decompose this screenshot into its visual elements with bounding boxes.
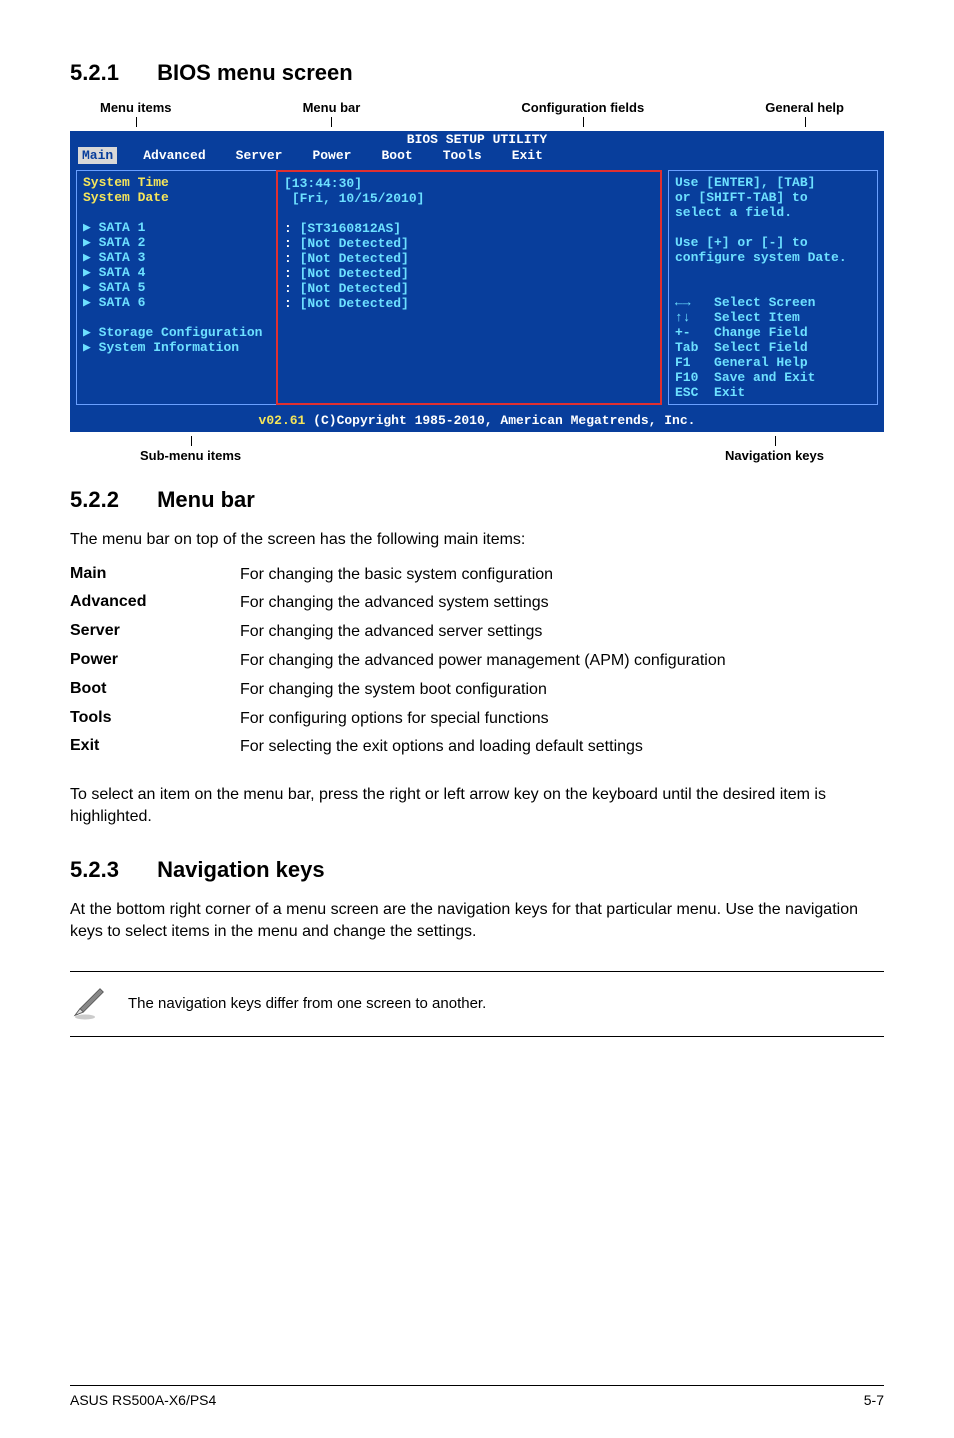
section2-outro: To select an item on the menu bar, press…: [70, 784, 884, 827]
bios-center-panel: [13:44:30] [Fri, 10/15/2010] : [ST316081…: [276, 170, 662, 405]
bios-right-panel: Use [ENTER], [TAB] or [SHIFT-TAB] to sel…: [668, 170, 878, 405]
bios-screen: BIOS SETUP UTILITY Main Advanced Server …: [70, 131, 884, 432]
heading-title: BIOS menu screen: [157, 60, 353, 85]
help-line-2: or [SHIFT-TAB] to: [675, 190, 871, 205]
help-line-3: select a field.: [675, 205, 871, 220]
def-power: Power For changing the advanced power ma…: [70, 651, 884, 672]
heading-5-2-3: 5.2.3 Navigation keys: [70, 857, 884, 883]
tab-power[interactable]: Power: [308, 147, 355, 164]
def-exit: Exit For selecting the exit options and …: [70, 737, 884, 758]
top-annotation-row: Menu items Menu bar Configuration fields…: [70, 100, 884, 127]
item-sata-4[interactable]: ▶ SATA 4: [83, 265, 270, 280]
item-system-info[interactable]: ▶ System Information: [83, 340, 270, 355]
def-tools: Tools For configuring options for specia…: [70, 709, 884, 730]
bios-footer: v02.61 (C)Copyright 1985-2010, American …: [70, 411, 884, 432]
note-divider-bottom: [70, 1036, 884, 1037]
value-sata-2: : [Not Detected]: [284, 236, 654, 251]
help-line-1: Use [ENTER], [TAB]: [675, 175, 871, 190]
help-line-4: Use [+] or [-] to: [675, 235, 871, 250]
item-system-time[interactable]: System Time: [83, 175, 270, 190]
item-storage-config[interactable]: ▶ Storage Configuration: [83, 325, 270, 340]
heading-number: 5.2.1: [70, 60, 119, 86]
nav-change-field: +- Change Field: [675, 325, 871, 340]
page-footer: ASUS RS500A-X6/PS4 5-7: [70, 1385, 884, 1408]
help-line-5: configure system Date.: [675, 250, 871, 265]
footer-right: 5-7: [864, 1392, 884, 1408]
bios-copyright: (C)Copyright 1985-2010, American Megatre…: [305, 413, 695, 428]
value-sata-3: : [Not Detected]: [284, 251, 654, 266]
item-sata-1[interactable]: ▶ SATA 1: [83, 220, 270, 235]
nav-general-help: F1 General Help: [675, 355, 871, 370]
label-config-fields: Configuration fields: [521, 100, 644, 127]
menu-definition-list: Main For changing the basic system confi…: [70, 565, 884, 767]
heading-title: Navigation keys: [157, 857, 325, 882]
label-submenu-items: Sub-menu items: [140, 436, 241, 463]
section3-body: At the bottom right corner of a menu scr…: [70, 899, 884, 942]
item-system-date[interactable]: System Date: [83, 190, 270, 205]
def-advanced: Advanced For changing the advanced syste…: [70, 593, 884, 614]
note-text: The navigation keys differ from one scre…: [128, 995, 486, 1012]
bios-tabs: Main Advanced Server Power Boot Tools Ex…: [70, 147, 884, 164]
tab-main[interactable]: Main: [78, 147, 117, 164]
value-sata-5: : [Not Detected]: [284, 281, 654, 296]
footer-left: ASUS RS500A-X6/PS4: [70, 1392, 216, 1408]
item-sata-3[interactable]: ▶ SATA 3: [83, 250, 270, 265]
bios-left-panel: System Time System Date ▶ SATA 1 ▶ SATA …: [76, 170, 276, 405]
bottom-annotation-row: Sub-menu items Navigation keys: [70, 436, 884, 463]
label-menu-items: Menu items: [100, 100, 172, 127]
tab-boot[interactable]: Boot: [377, 147, 416, 164]
nav-save-exit: F10 Save and Exit: [675, 370, 871, 385]
value-sata-1: : [ST3160812AS]: [284, 221, 654, 236]
nav-exit: ESC Exit: [675, 385, 871, 400]
value-date[interactable]: [Fri, 10/15/2010]: [284, 191, 654, 206]
def-boot: Boot For changing the system boot config…: [70, 680, 884, 701]
tab-exit[interactable]: Exit: [508, 147, 547, 164]
item-sata-5[interactable]: ▶ SATA 5: [83, 280, 270, 295]
label-menu-bar: Menu bar: [303, 100, 361, 127]
nav-select-item: ↑↓ Select Item: [675, 310, 871, 325]
section2-intro: The menu bar on top of the screen has th…: [70, 529, 884, 551]
value-sata-4: : [Not Detected]: [284, 266, 654, 281]
def-main: Main For changing the basic system confi…: [70, 565, 884, 586]
value-sata-6: : [Not Detected]: [284, 296, 654, 311]
item-sata-2[interactable]: ▶ SATA 2: [83, 235, 270, 250]
tab-tools[interactable]: Tools: [439, 147, 486, 164]
pen-icon: [70, 982, 110, 1026]
nav-select-screen: ←→ Select Screen: [675, 295, 871, 310]
def-server: Server For changing the advanced server …: [70, 622, 884, 643]
label-general-help: General help: [765, 100, 844, 127]
heading-5-2-2: 5.2.2 Menu bar: [70, 487, 884, 513]
value-time[interactable]: [13:44:30]: [284, 176, 654, 191]
bios-title: BIOS SETUP UTILITY: [70, 131, 884, 147]
heading-number: 5.2.3: [70, 857, 119, 883]
nav-select-field: Tab Select Field: [675, 340, 871, 355]
note-divider-top: [70, 971, 884, 972]
heading-5-2-1: 5.2.1 BIOS menu screen: [70, 60, 884, 86]
tab-server[interactable]: Server: [232, 147, 287, 164]
note-row: The navigation keys differ from one scre…: [70, 982, 884, 1026]
label-navigation-keys: Navigation keys: [725, 436, 824, 463]
item-sata-6[interactable]: ▶ SATA 6: [83, 295, 270, 310]
heading-number: 5.2.2: [70, 487, 119, 513]
tab-advanced[interactable]: Advanced: [139, 147, 209, 164]
bios-version: v02.61: [259, 413, 306, 428]
heading-title: Menu bar: [157, 487, 255, 512]
